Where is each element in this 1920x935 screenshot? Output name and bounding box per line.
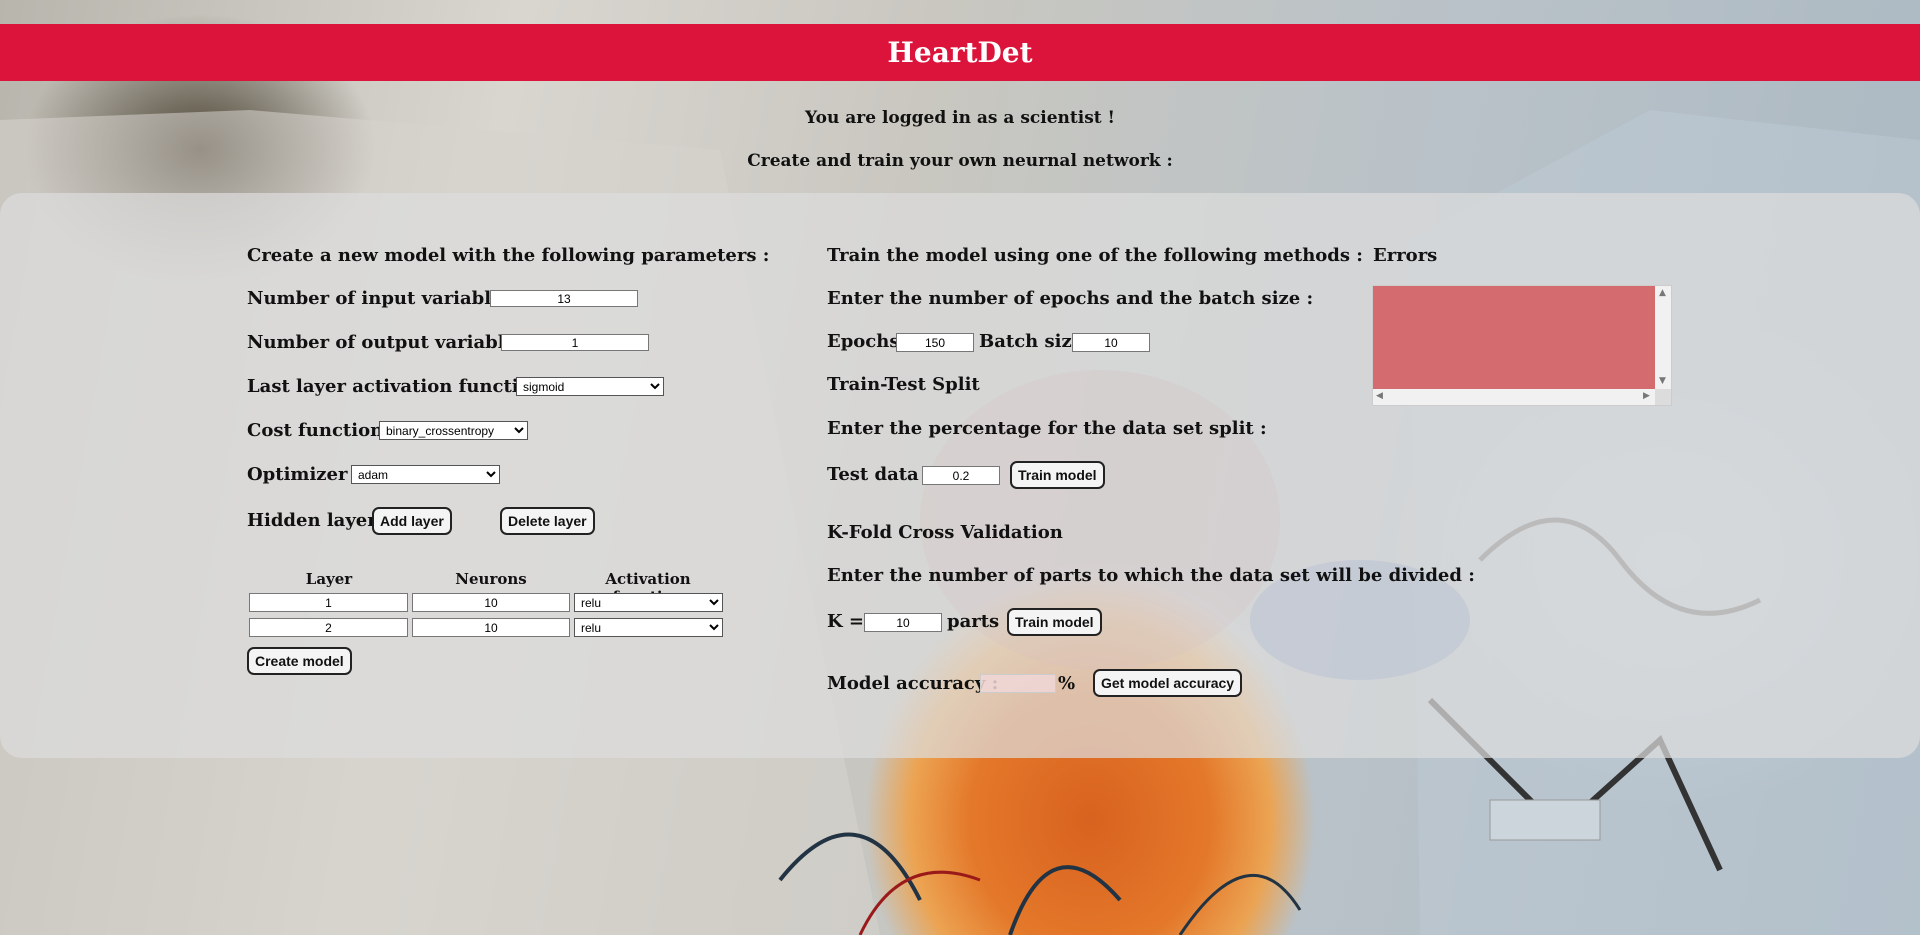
optimizer-label: Optimizer : — [247, 464, 361, 485]
kfold-heading: K-Fold Cross Validation — [827, 522, 1063, 543]
model-accuracy-value — [980, 674, 1056, 693]
horizontal-scrollbar[interactable]: ◀ ▶ — [1373, 389, 1657, 405]
scroll-down-icon[interactable]: ▼ — [1659, 376, 1666, 386]
create-model-heading: Create a new model with the following pa… — [247, 245, 770, 266]
percent-sign: % — [1058, 673, 1076, 694]
train-heading: Train the model using one of the followi… — [827, 245, 1363, 266]
get-model-accuracy-button[interactable]: Get model accuracy — [1093, 669, 1243, 697]
app-title: HeartDet — [887, 36, 1033, 69]
add-layer-button[interactable]: Add layer — [372, 507, 452, 535]
app-header: HeartDet — [0, 24, 1920, 81]
cost-function-label: Cost function : — [247, 420, 397, 441]
errors-textarea[interactable]: ▲ ▼ ◀ ▶ — [1372, 285, 1672, 406]
input-vars-label: Number of input variables : — [247, 288, 526, 309]
layer-column-header: Layer — [305, 570, 353, 588]
neurons-column-header: Neurons — [455, 570, 527, 588]
output-vars-field[interactable] — [501, 334, 649, 351]
k-field[interactable] — [864, 613, 942, 632]
batch-size-field[interactable] — [1072, 333, 1150, 352]
hidden-layers-label: Hidden layers — [247, 510, 387, 531]
epochs-label: Epochs: — [827, 331, 907, 352]
train-kfold-button[interactable]: Train model — [1007, 608, 1102, 636]
layer-activation-select[interactable]: relu — [574, 618, 723, 637]
kfold-prompt: Enter the number of parts to which the d… — [827, 565, 1475, 586]
train-split-button[interactable]: Train model — [1010, 461, 1105, 489]
epochs-field[interactable] — [896, 333, 974, 352]
logged-in-message: You are logged in as a scientist ! — [804, 108, 1116, 128]
errors-heading: Errors — [1373, 245, 1438, 266]
scroll-up-icon[interactable]: ▲ — [1659, 288, 1666, 298]
output-vars-label: Number of output variables : — [247, 332, 540, 353]
test-data-field[interactable] — [922, 466, 1000, 485]
neurons-field[interactable] — [412, 618, 570, 637]
neurons-field[interactable] — [412, 593, 570, 612]
cost-function-select[interactable]: binary_crossentropy — [379, 421, 528, 440]
scrollbar-corner — [1655, 389, 1671, 405]
create-train-message: Create and train your own neurnal networ… — [747, 151, 1173, 171]
layer-activation-select[interactable]: relu — [574, 593, 723, 612]
parts-label: parts — [947, 611, 1000, 632]
last-activation-label: Last layer activation function : — [247, 376, 557, 397]
input-vars-field[interactable] — [490, 290, 638, 307]
epochs-batch-prompt: Enter the number of epochs and the batch… — [827, 288, 1314, 309]
model-accuracy-label: Model accuracy : — [827, 673, 999, 694]
scroll-left-icon[interactable]: ◀ — [1376, 391, 1383, 401]
train-test-split-heading: Train-Test Split — [827, 374, 980, 395]
vertical-scrollbar[interactable]: ▲ ▼ — [1655, 286, 1671, 389]
layer-number-field[interactable] — [249, 618, 408, 637]
layer-number-field[interactable] — [249, 593, 408, 612]
test-data-label: Test data : — [827, 464, 932, 485]
create-model-button[interactable]: Create model — [247, 647, 352, 675]
delete-layer-button[interactable]: Delete layer — [500, 507, 595, 535]
optimizer-select[interactable]: adam — [351, 465, 500, 484]
last-activation-select[interactable]: sigmoid — [516, 377, 664, 396]
k-label: K = — [827, 611, 864, 632]
split-percentage-prompt: Enter the percentage for the data set sp… — [827, 418, 1267, 439]
scroll-right-icon[interactable]: ▶ — [1643, 391, 1650, 401]
